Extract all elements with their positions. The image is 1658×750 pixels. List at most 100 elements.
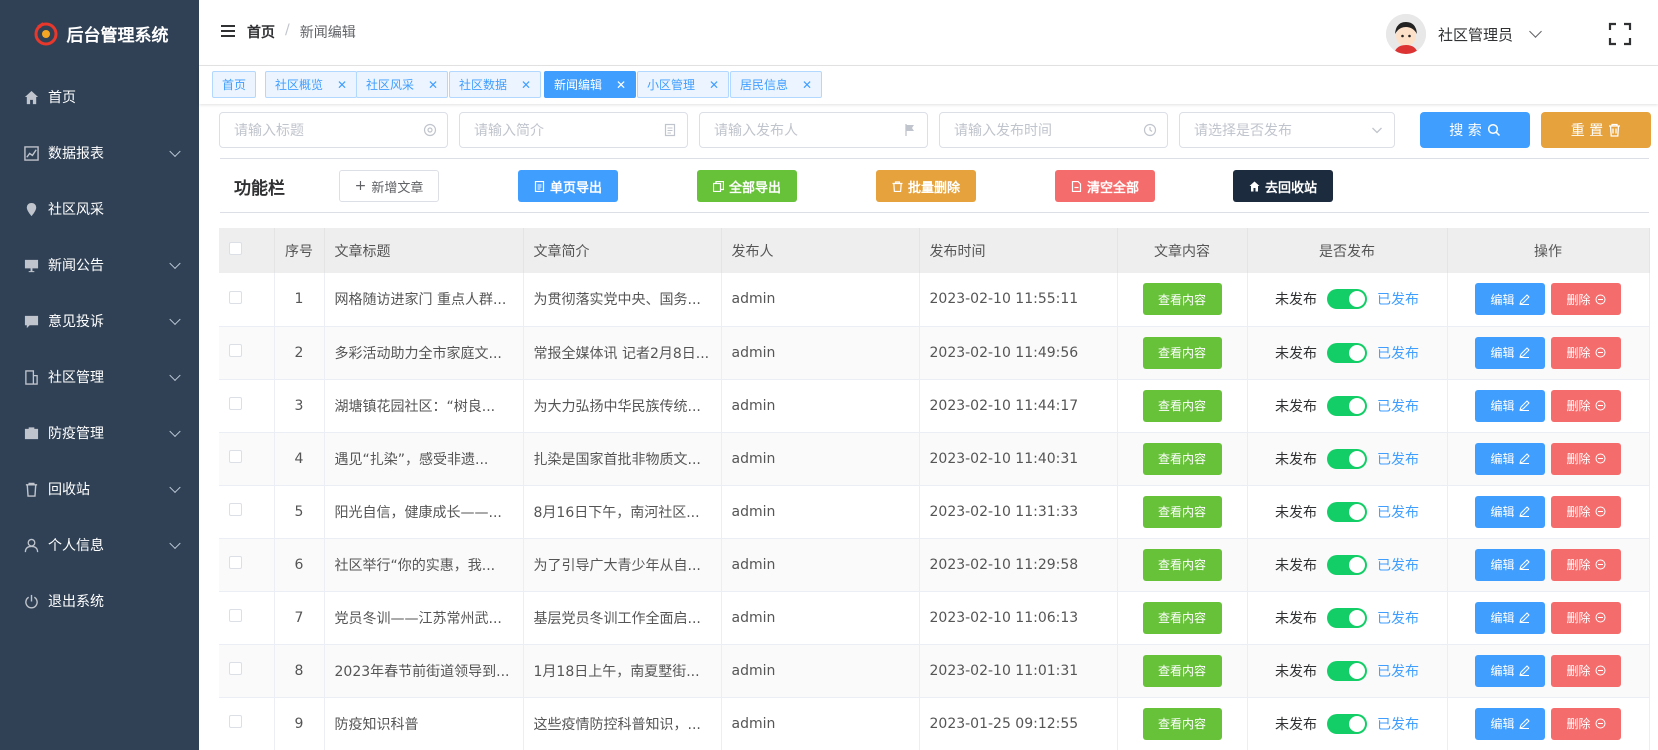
edit-button[interactable]: 编辑 xyxy=(1475,654,1545,687)
sidebar-item-2[interactable]: 社区风采 xyxy=(0,181,199,237)
hamburger-icon[interactable] xyxy=(221,25,235,37)
publish-toggle[interactable] xyxy=(1327,607,1367,628)
close-icon[interactable]: ✕ xyxy=(709,78,719,92)
row-checkbox[interactable] xyxy=(229,344,242,357)
delete-button[interactable]: 删除 xyxy=(1551,548,1621,581)
batch-delete-button[interactable]: 批量删除 xyxy=(876,170,976,202)
tag-2[interactable]: 社区风采 ✕ xyxy=(356,71,449,98)
close-icon[interactable]: ✕ xyxy=(428,78,438,92)
sidebar-item-4[interactable]: 意见投诉 xyxy=(0,293,199,349)
select-all-header[interactable] xyxy=(219,228,275,273)
view-content-button[interactable]: 查看内容 xyxy=(1142,654,1222,687)
time-search-input[interactable]: 请输入发布时间 xyxy=(939,112,1168,148)
view-content-button[interactable]: 查看内容 xyxy=(1142,548,1222,581)
delete-button[interactable]: 删除 xyxy=(1551,654,1621,687)
user-menu[interactable]: 社区管理员 xyxy=(1385,14,1542,54)
row-checkbox[interactable] xyxy=(229,290,242,304)
row-checkbox[interactable] xyxy=(229,450,242,463)
row-checkbox[interactable] xyxy=(229,556,242,569)
chevron-down-icon[interactable] xyxy=(1529,25,1542,38)
chevron-down-icon xyxy=(169,313,181,326)
publish-toggle[interactable] xyxy=(1327,554,1367,575)
view-content-button[interactable]: 查看内容 xyxy=(1142,601,1222,634)
edit-button[interactable]: 编辑 xyxy=(1475,389,1545,422)
search-button[interactable]: 搜 索 xyxy=(1420,112,1530,148)
sidebar-item-3[interactable]: 新闻公告 xyxy=(0,237,199,293)
delete-button[interactable]: 删除 xyxy=(1551,442,1621,475)
export-all-button[interactable]: 全部导出 xyxy=(697,170,797,202)
edit-button[interactable]: 编辑 xyxy=(1475,336,1545,369)
row-checkbox[interactable] xyxy=(229,397,242,410)
title-search-input[interactable]: 请输入标题 xyxy=(219,112,448,148)
sidebar-item-6[interactable]: 防疫管理 xyxy=(0,405,199,461)
publish-toggle[interactable] xyxy=(1327,395,1367,416)
sidebar-item-7[interactable]: 回收站 xyxy=(0,461,199,517)
close-icon[interactable]: ✕ xyxy=(616,78,626,92)
publisher-search-input[interactable]: 请输入发布人 xyxy=(699,112,928,148)
view-content-button[interactable]: 查看内容 xyxy=(1142,336,1222,369)
reset-button[interactable]: 重 置 xyxy=(1541,112,1651,148)
publish-toggle[interactable] xyxy=(1327,713,1367,734)
close-icon[interactable]: ✕ xyxy=(521,78,531,92)
tag-5[interactable]: 小区管理 ✕ xyxy=(637,71,730,98)
publish-toggle[interactable] xyxy=(1327,448,1367,469)
view-content-button[interactable]: 查看内容 xyxy=(1142,283,1222,316)
view-content-button[interactable]: 查看内容 xyxy=(1142,389,1222,422)
view-content-button[interactable]: 查看内容 xyxy=(1142,442,1222,475)
edit-icon xyxy=(1518,294,1530,305)
fullscreen-icon[interactable] xyxy=(1608,22,1632,46)
row-checkbox[interactable] xyxy=(229,503,242,516)
tag-6[interactable]: 居民信息 ✕ xyxy=(730,71,823,98)
publish-toggle[interactable] xyxy=(1327,342,1367,363)
publish-toggle[interactable] xyxy=(1327,660,1367,681)
row-checkbox[interactable] xyxy=(229,715,242,728)
user-name[interactable]: 社区管理员 xyxy=(1438,24,1513,45)
edit-button[interactable]: 编辑 xyxy=(1475,548,1545,581)
row-checkbox[interactable] xyxy=(229,662,242,675)
published-label: 已发布 xyxy=(1377,398,1419,415)
row-index: 1 xyxy=(274,273,325,327)
row-checkbox[interactable] xyxy=(229,609,242,622)
edit-button[interactable]: 编辑 xyxy=(1475,601,1545,634)
breadcrumb-home[interactable]: 首页 xyxy=(247,22,275,42)
sidebar-item-9[interactable]: 退出系统 xyxy=(0,573,199,629)
tag-0[interactable]: 首页 xyxy=(212,71,257,98)
sidebar-item-8[interactable]: 个人信息 xyxy=(0,517,199,573)
delete-button[interactable]: 删除 xyxy=(1551,601,1621,634)
close-icon[interactable]: ✕ xyxy=(337,78,347,92)
row-select-cell xyxy=(219,326,275,380)
tag-4[interactable]: 新闻编辑 ✕ xyxy=(544,71,637,98)
delete-button[interactable]: 删除 xyxy=(1551,707,1621,740)
select-all-checkbox[interactable] xyxy=(229,242,242,255)
edit-button[interactable]: 编辑 xyxy=(1475,283,1545,316)
sidebar-item-5[interactable]: 社区管理 xyxy=(0,349,199,405)
clear-all-button[interactable]: 清空全部 xyxy=(1055,170,1155,202)
close-icon[interactable]: ✕ xyxy=(802,78,812,92)
row-summary: 为贯彻落实党中央、国务... xyxy=(523,273,722,327)
publish-toggle[interactable] xyxy=(1327,501,1367,522)
delete-button[interactable]: 删除 xyxy=(1551,336,1621,369)
published-select[interactable]: 请选择是否发布 xyxy=(1179,112,1395,148)
view-content-button[interactable]: 查看内容 xyxy=(1142,707,1222,740)
tag-1[interactable]: 社区概览 ✕ xyxy=(265,71,358,98)
app-logo[interactable]: 后台管理系统 xyxy=(0,0,199,66)
edit-button[interactable]: 编辑 xyxy=(1475,442,1545,475)
export-page-button[interactable]: 单页导出 xyxy=(518,170,618,202)
delete-button[interactable]: 删除 xyxy=(1551,389,1621,422)
row-summary: 为了引导广大青少年从自... xyxy=(523,538,722,592)
edit-button[interactable]: 编辑 xyxy=(1475,707,1545,740)
header-publisher: 发布人 xyxy=(721,228,920,273)
add-article-button[interactable]: + 新增文章 xyxy=(339,170,439,202)
row-published-cell: 未发布 已发布 xyxy=(1247,644,1448,698)
summary-search-input[interactable]: 请输入简介 xyxy=(459,112,688,148)
view-content-button[interactable]: 查看内容 xyxy=(1142,495,1222,528)
publish-toggle[interactable] xyxy=(1327,289,1367,310)
sidebar-item-1[interactable]: 数据报表 xyxy=(0,125,199,181)
tag-3[interactable]: 社区数据 ✕ xyxy=(449,71,542,98)
avatar[interactable] xyxy=(1385,14,1426,54)
delete-button[interactable]: 删除 xyxy=(1551,283,1621,316)
sidebar-item-0[interactable]: 首页 xyxy=(0,69,199,125)
recycle-bin-button[interactable]: 去回收站 xyxy=(1233,170,1333,202)
delete-button[interactable]: 删除 xyxy=(1551,495,1621,528)
edit-button[interactable]: 编辑 xyxy=(1475,495,1545,528)
